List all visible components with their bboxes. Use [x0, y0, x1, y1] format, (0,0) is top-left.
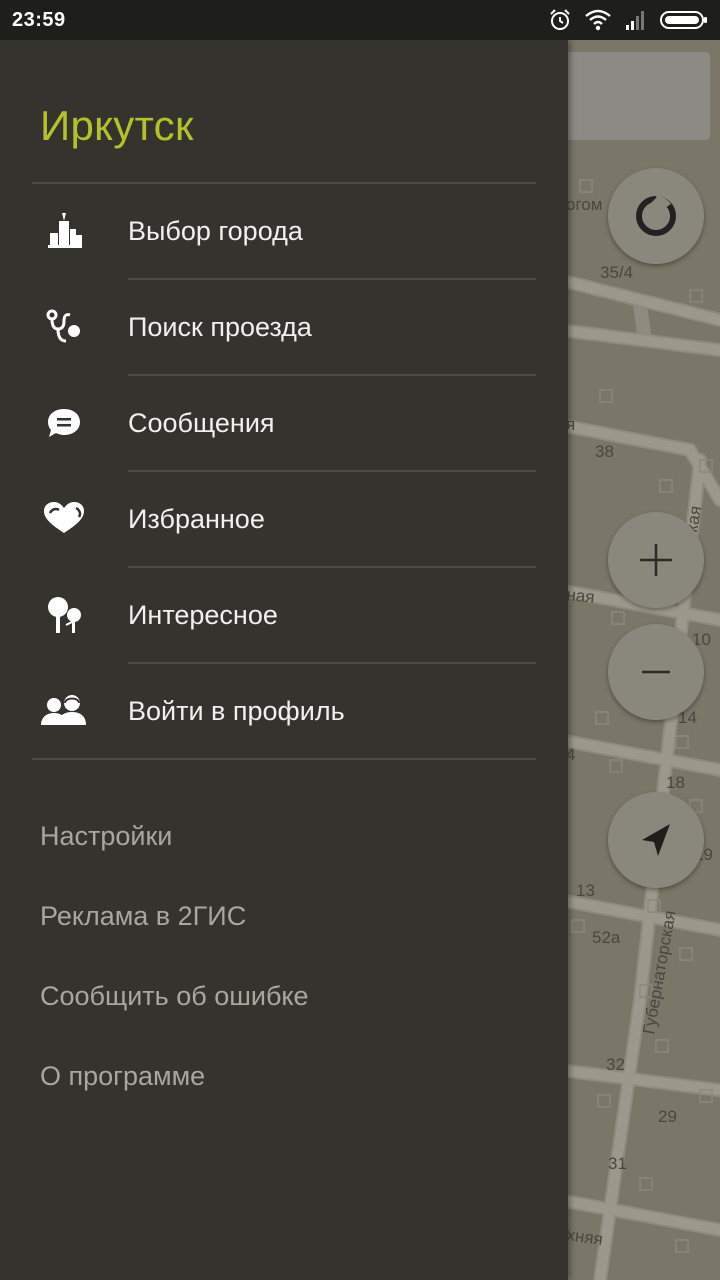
menu-item-city-select[interactable]: Выбор города: [0, 183, 568, 279]
map-label: 38: [595, 442, 614, 461]
minus-icon: [642, 670, 670, 674]
report-error-link[interactable]: Сообщить об ошибке: [40, 972, 309, 1020]
menu-item-label: Интересное: [128, 599, 278, 630]
menu-item-login-profile[interactable]: Войти в профиль: [0, 663, 568, 759]
zoom-in-button[interactable]: [608, 512, 704, 608]
menu-item-label: Войти в профиль: [128, 695, 345, 726]
plus-icon: [640, 544, 672, 576]
settings-link[interactable]: Настройки: [40, 812, 172, 860]
menu-item-favorites[interactable]: Избранное: [0, 471, 568, 567]
about-link[interactable]: О программе: [40, 1052, 205, 1100]
map-label: 13: [576, 881, 595, 900]
message-icon: [40, 399, 88, 447]
menu-item-route-search[interactable]: Поиск проезда: [0, 279, 568, 375]
compass-button[interactable]: [608, 168, 704, 264]
navigation-arrow-icon: [642, 824, 670, 856]
divider: [32, 758, 536, 760]
city-icon: [40, 207, 88, 255]
signal-icon: [626, 11, 644, 30]
status-bar: 23:59: [0, 0, 720, 40]
menu-item-label: Сообщения: [128, 407, 275, 438]
map-search-bar[interactable]: [560, 52, 710, 140]
status-time: 23:59: [12, 8, 66, 31]
map-label: 31: [608, 1154, 627, 1173]
map-label: 35/4: [600, 263, 633, 282]
map-label: 29: [658, 1107, 677, 1126]
compass-icon: [636, 195, 676, 236]
status-icons: [548, 8, 708, 32]
advertising-link[interactable]: Реклама в 2ГИС: [40, 892, 246, 940]
wifi-icon: [585, 9, 611, 31]
route-icon: [40, 303, 88, 351]
menu-item-label: Избранное: [128, 503, 265, 534]
menu-item-label: Поиск проезда: [128, 311, 312, 342]
heart-icon: [40, 495, 88, 543]
battery-icon: [660, 11, 707, 29]
map-label: 18: [666, 773, 685, 792]
map-label: ная: [566, 585, 596, 607]
map-label: огом: [566, 195, 602, 214]
trees-icon: [40, 591, 88, 639]
city-title: Иркутск: [40, 102, 194, 149]
menu-item-label: Выбор города: [128, 215, 303, 246]
menu-item-messages[interactable]: Сообщения: [0, 375, 568, 471]
map-label: 52а: [592, 928, 621, 947]
zoom-out-button[interactable]: [608, 624, 704, 720]
alarm-icon: [550, 9, 570, 30]
my-location-button[interactable]: [608, 792, 704, 888]
navigation-drawer: Иркутск Выбор города Поиск проезда Сообщ…: [0, 40, 568, 1280]
map-label: 32: [606, 1055, 625, 1074]
map-label: хняя: [565, 1225, 604, 1249]
menu-item-interesting[interactable]: Интересное: [0, 567, 568, 663]
profile-icon: [40, 687, 88, 735]
